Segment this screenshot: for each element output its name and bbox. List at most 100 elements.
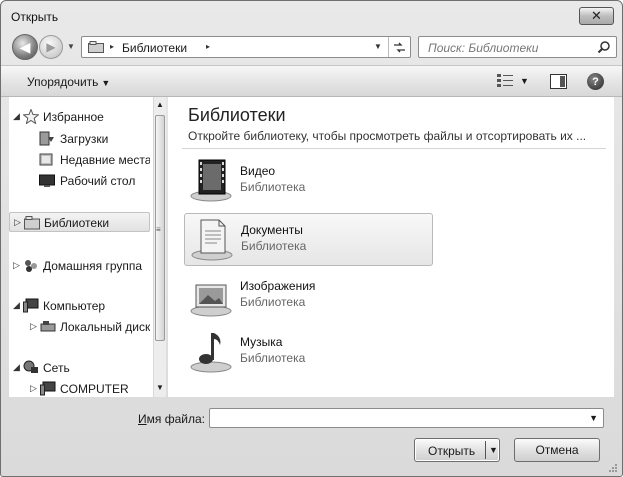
forward-button[interactable]: ▶	[39, 35, 63, 59]
collapse-arrow-icon[interactable]: ◢	[13, 111, 20, 122]
split-divider	[485, 441, 486, 459]
open-button[interactable]: Открыть ▼	[414, 438, 500, 462]
sidebar-item-favorites[interactable]: ◢ Избранное	[9, 107, 150, 127]
library-name: Музыка	[240, 335, 283, 349]
address-bar[interactable]: ▸ Библиотеки ▸ ▼	[81, 36, 411, 58]
library-item-video[interactable]: Видео Библиотека	[184, 155, 433, 208]
collapse-arrow-icon[interactable]: ◢	[13, 362, 20, 373]
music-library-icon	[190, 333, 232, 373]
search-placeholder: Поиск: Библиотеки	[428, 41, 539, 55]
library-item-music[interactable]: Музыка Библиотека	[184, 326, 433, 379]
sidebar-item-label: Локальный диск	[60, 320, 150, 334]
resize-grip-icon[interactable]	[608, 463, 618, 473]
help-icon[interactable]: ?	[587, 73, 604, 90]
library-type: Библиотека	[240, 351, 306, 365]
library-item-documents[interactable]: Документы Библиотека	[184, 213, 433, 266]
search-icon[interactable]	[597, 40, 611, 54]
documents-library-icon	[191, 219, 233, 261]
close-button[interactable]: ✕	[579, 7, 614, 25]
computer-icon	[23, 298, 39, 313]
sidebar-item-label: Загрузки	[60, 132, 109, 146]
open-file-dialog: Открыть ✕ ◀ ▶ ▼ ▸ Библиотеки ▸ ▼ Поиск: …	[0, 0, 623, 477]
sidebar-item-label: Недавние места	[60, 153, 150, 167]
star-icon	[23, 109, 39, 124]
sidebar-item-recent-places[interactable]: Недавние места	[9, 150, 150, 170]
scroll-up-arrow-icon[interactable]: ▲	[156, 100, 164, 109]
sidebar-item-network[interactable]: ◢ Сеть	[9, 358, 150, 378]
library-type: Библиотека	[240, 180, 306, 194]
chevron-down-icon[interactable]: ▼	[589, 413, 598, 423]
library-name: Видео	[240, 164, 276, 178]
views-dropdown-icon[interactable]: ▼	[520, 76, 529, 86]
organize-label: Упорядочить	[27, 75, 99, 89]
sidebar-item-label: Рабочий стол	[60, 174, 136, 188]
filename-label: Имя файла:	[138, 412, 205, 426]
breadcrumb-separator[interactable]: ▸	[206, 42, 210, 51]
title-bar[interactable]: Открыть ✕	[1, 1, 622, 29]
pictures-library-icon	[190, 284, 232, 317]
sidebar-item-label: Компьютер	[43, 299, 106, 313]
libraries-icon	[88, 41, 104, 53]
libraries-icon	[24, 216, 40, 230]
expand-arrow-icon[interactable]: ▷	[13, 260, 20, 271]
refresh-button[interactable]	[388, 37, 410, 57]
dialog-footer: Имя файла: ▼ Открыть ▼ Отмена	[1, 397, 622, 476]
network-computer-icon	[40, 381, 56, 396]
recent-places-icon	[39, 153, 53, 166]
sidebar-item-label: Сеть	[43, 361, 70, 375]
collapse-arrow-icon[interactable]: ◢	[13, 300, 20, 311]
sidebar-item-libraries[interactable]: ▷ Библиотеки	[9, 212, 150, 232]
open-options-dropdown-icon[interactable]: ▼	[489, 445, 498, 455]
filename-label-text: мя файла:	[146, 412, 205, 426]
back-button[interactable]: ◀	[12, 34, 38, 60]
change-view-icon[interactable]	[497, 74, 513, 88]
preview-pane-icon[interactable]	[550, 74, 567, 89]
sidebar-item-downloads[interactable]: Загрузки	[9, 129, 150, 149]
navigation-pane-scrollbar[interactable]: ▲ ≡ ▼	[153, 97, 166, 397]
sidebar-item-desktop[interactable]: Рабочий стол	[9, 171, 150, 191]
homegroup-icon	[25, 260, 37, 272]
address-dropdown-icon[interactable]: ▼	[374, 42, 382, 51]
window-title: Открыть	[11, 10, 59, 24]
network-icon	[23, 360, 38, 373]
file-list-pane: Библиотеки Откройте библиотеку, чтобы пр…	[168, 97, 614, 397]
refresh-icon	[394, 42, 405, 52]
library-item-pictures[interactable]: Изображения Библиотека	[184, 270, 433, 323]
sidebar-item-label: Избранное	[43, 110, 104, 124]
expand-arrow-icon[interactable]: ▷	[14, 217, 21, 228]
sidebar-item-computer[interactable]: ◢ Компьютер	[9, 296, 150, 316]
sidebar-item-homegroup[interactable]: ▷ Домашняя группа	[9, 256, 150, 276]
downloads-icon	[39, 131, 54, 146]
desktop-icon	[39, 174, 55, 187]
chevron-down-icon: ▼	[101, 78, 111, 88]
sidebar-item-local-disk[interactable]: ▷ Локальный диск	[9, 317, 150, 337]
video-library-icon	[190, 159, 232, 202]
navigation-pane: ◢ Избранное Загрузки Недавние места Рабо…	[9, 97, 166, 397]
navigation-bar: ◀ ▶ ▼ ▸ Библиотеки ▸ ▼ Поиск: Библиотеки	[1, 31, 622, 63]
filename-field[interactable]: ▼	[209, 408, 604, 428]
library-name: Изображения	[240, 279, 316, 293]
open-button-label: Открыть	[428, 444, 476, 458]
sidebar-item-label: COMPUTER	[60, 382, 129, 396]
expand-arrow-icon[interactable]: ▷	[30, 383, 37, 394]
filename-label-accesskey: И	[138, 412, 147, 426]
library-name: Документы	[241, 223, 303, 237]
page-description: Откройте библиотеку, чтобы просмотреть ф…	[188, 129, 587, 143]
breadcrumb-libraries[interactable]: Библиотеки	[122, 41, 187, 55]
sidebar-item-label: Библиотеки	[44, 216, 110, 230]
scrollbar-grip-icon: ≡	[156, 225, 161, 234]
organize-menu-button[interactable]: Упорядочить ▼	[27, 75, 110, 89]
recent-pages-dropdown-icon[interactable]: ▼	[67, 42, 75, 51]
search-box[interactable]: Поиск: Библиотеки	[418, 36, 617, 58]
cancel-button[interactable]: Отмена	[514, 438, 600, 462]
local-disk-icon	[40, 321, 56, 332]
page-title: Библиотеки	[188, 105, 286, 125]
expand-arrow-icon[interactable]: ▷	[30, 321, 37, 332]
command-bar: Упорядочить ▼ ▼ ?	[1, 65, 622, 97]
library-type: Библиотека	[241, 239, 307, 253]
sidebar-item-label: Домашняя группа	[43, 259, 143, 273]
sidebar-item-network-computer[interactable]: ▷ COMPUTER	[9, 379, 150, 399]
scroll-down-arrow-icon[interactable]: ▼	[156, 383, 164, 392]
breadcrumb-separator[interactable]: ▸	[110, 42, 114, 51]
library-type: Библиотека	[240, 295, 306, 309]
